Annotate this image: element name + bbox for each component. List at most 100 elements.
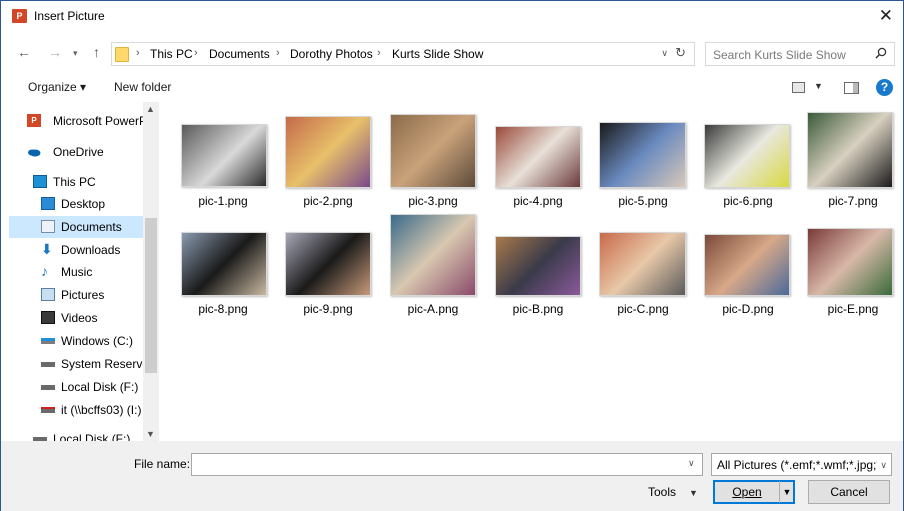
nav-item-label: Microsoft PowerP [53, 114, 143, 128]
file-type-filter[interactable]: All Pictures (*.emf;*.wmf;*.jpg;* ∨ [711, 453, 892, 476]
change-view-icon[interactable] [792, 82, 805, 93]
new-folder-button[interactable]: New folder [114, 80, 171, 94]
search-icon[interactable] [875, 47, 887, 59]
command-toolbar: Organize ▾ New folder ▼ ? [1, 75, 903, 101]
recent-locations-chevron-icon[interactable]: ▾ [73, 48, 78, 59]
file-name-label-text: File name: [134, 457, 191, 471]
file-name-input[interactable] [191, 453, 703, 476]
nav-item-label: This PC [53, 175, 96, 189]
file-item[interactable]: pic-E.png [801, 220, 904, 320]
nav-item-windows-c[interactable]: Windows (C:) [9, 330, 143, 352]
file-name-dropdown-icon[interactable]: ∨ [688, 458, 695, 469]
window-title: Insert Picture [34, 9, 105, 23]
onedrive-icon [28, 149, 41, 157]
cancel-button[interactable]: Cancel [808, 480, 890, 504]
file-item[interactable]: pic-2.png [276, 112, 380, 212]
tools-chevron-icon[interactable]: ▼ [689, 488, 698, 498]
nav-item-powerpoint[interactable]: P Microsoft PowerP [9, 110, 143, 132]
file-item[interactable]: pic-4.png [486, 112, 590, 212]
file-item[interactable]: pic-3.png [381, 112, 485, 212]
insert-picture-dialog: P Insert Picture ✕ ← → ▾ ↑ › This PC › D… [0, 0, 904, 511]
file-item[interactable]: pic-C.png [591, 220, 695, 320]
nav-item-music[interactable]: ♪ Music [9, 261, 143, 283]
up-arrow-icon[interactable]: ↑ [93, 44, 100, 60]
file-item[interactable]: pic-A.png [381, 212, 485, 316]
file-name: pic-D.png [722, 302, 774, 316]
nav-item-desktop[interactable]: Desktop [9, 193, 143, 215]
file-item[interactable]: pic-B.png [486, 220, 590, 320]
nav-item-pictures[interactable]: Pictures [9, 284, 143, 306]
file-item[interactable]: pic-1.png [171, 112, 275, 212]
breadcrumb-separator[interactable]: › [194, 47, 198, 59]
search-box[interactable]: Search Kurts Slide Show [705, 42, 895, 66]
nav-item-downloads[interactable]: ⬇ Downloads [9, 239, 143, 261]
address-row: ← → ▾ ↑ › This PC › Documents › Dorothy … [1, 39, 903, 69]
file-name: pic-2.png [303, 194, 353, 208]
forward-arrow-icon[interactable]: → [48, 44, 62, 60]
preview-pane-icon[interactable] [844, 82, 859, 94]
thumbnail [704, 124, 790, 188]
filter-dropdown-icon[interactable]: ∨ [880, 460, 887, 471]
open-button[interactable]: Open ▼ [713, 480, 795, 504]
file-item[interactable]: pic-D.png [696, 220, 800, 320]
nav-item-local-disk-f[interactable]: Local Disk (F:) [9, 376, 143, 398]
scrollbar-thumb[interactable] [145, 218, 157, 373]
view-options-chevron-icon[interactable]: ▼ [814, 81, 823, 91]
file-name: pic-C.png [617, 302, 669, 316]
nav-scrollbar[interactable]: ▲ ▼ [143, 102, 159, 441]
thumbnail [390, 214, 476, 296]
nav-item-label: OneDrive [53, 145, 104, 159]
file-list: pic-1.png pic-2.png pic-3.png pic-4.png … [165, 102, 903, 441]
help-icon[interactable]: ? [876, 79, 893, 96]
thumbnail [599, 122, 686, 188]
file-item[interactable]: pic-5.png [591, 112, 695, 212]
breadcrumb-separator[interactable]: › [377, 47, 381, 59]
file-item[interactable]: pic-6.png [696, 112, 800, 212]
thumbnail [704, 234, 790, 296]
file-name: pic-A.png [407, 302, 459, 316]
open-split-dropdown-icon[interactable]: ▼ [779, 481, 794, 503]
nav-item-label: Desktop [61, 197, 106, 211]
navigation-pane: P Microsoft PowerP OneDrive This PC Desk… [9, 102, 159, 441]
thumbnail [390, 114, 476, 188]
back-arrow-icon[interactable]: ← [17, 44, 31, 60]
breadcrumb-separator[interactable]: › [136, 47, 140, 59]
nav-item-local-disk-f[interactable]: Local Disk (F:) [9, 428, 143, 441]
refresh-icon[interactable]: ↻ [675, 45, 686, 61]
nav-item-label: Local Disk (F:) [53, 432, 131, 441]
tools-button[interactable]: Tools [648, 485, 676, 499]
powerpoint-app-icon: P [12, 9, 27, 23]
file-name: pic-4.png [513, 194, 563, 208]
organize-button[interactable]: Organize ▾ [28, 80, 86, 94]
nav-item-label: Downloads [61, 243, 121, 257]
nav-item-onedrive[interactable]: OneDrive [9, 141, 143, 163]
computer-icon [33, 175, 47, 188]
file-name: pic-5.png [618, 194, 668, 208]
thumbnail [599, 232, 686, 296]
documents-icon [41, 220, 55, 233]
close-button[interactable]: ✕ [879, 6, 893, 26]
address-dropdown-icon[interactable]: ∨ [661, 48, 668, 59]
breadcrumb-kurts-slide-show[interactable]: Kurts Slide Show [392, 47, 483, 61]
nav-item-system-reserved[interactable]: System Reserved [9, 353, 143, 375]
thumbnail [181, 232, 267, 296]
file-item[interactable]: pic-7.png [801, 112, 904, 212]
breadcrumb-documents[interactable]: Documents [209, 47, 270, 61]
desktop-icon [41, 197, 55, 210]
nav-item-label: Windows (C:) [61, 334, 134, 348]
nav-item-videos[interactable]: Videos [9, 307, 143, 329]
scroll-down-icon[interactable]: ▼ [146, 429, 155, 439]
file-item[interactable]: pic-9.png [276, 220, 380, 320]
nav-item-it-network[interactable]: it (\\bcffs03) (I:) [9, 399, 143, 421]
breadcrumb-dorothy-photos[interactable]: Dorothy Photos [290, 47, 373, 61]
file-item[interactable]: pic-8.png [171, 220, 275, 320]
breadcrumb-separator[interactable]: › [276, 47, 280, 59]
nav-item-documents[interactable]: Documents [9, 216, 143, 238]
nav-item-this-pc[interactable]: This PC [9, 171, 143, 193]
open-button-label: Open [732, 485, 762, 499]
address-bar[interactable]: › This PC › Documents › Dorothy Photos ›… [111, 42, 695, 66]
thumbnail [285, 232, 371, 296]
nav-item-label: System Reserved [61, 357, 143, 371]
scroll-up-icon[interactable]: ▲ [146, 104, 155, 114]
breadcrumb-this-pc[interactable]: This PC [150, 47, 193, 61]
